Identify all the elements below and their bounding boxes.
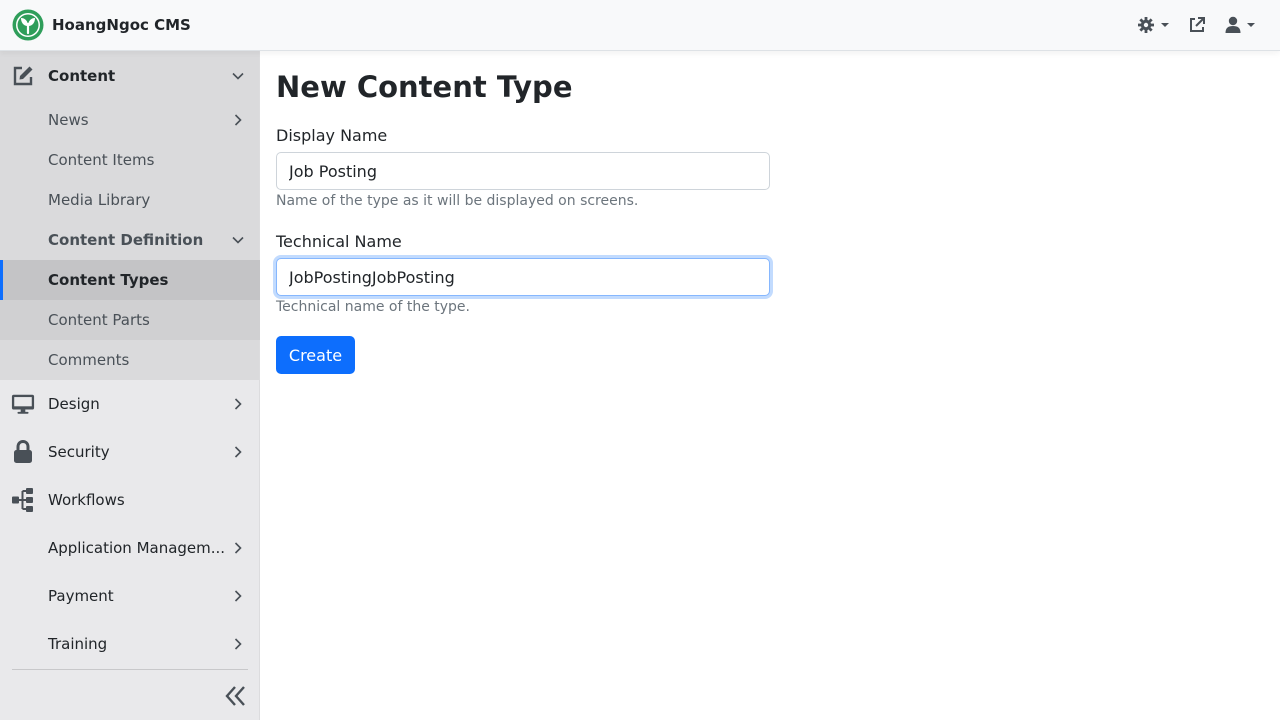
sidebar-item-content[interactable]: Content	[0, 56, 260, 96]
lock-icon	[11, 440, 35, 464]
chevron-down-icon	[1161, 23, 1169, 27]
create-button[interactable]: Create	[276, 336, 355, 374]
sidebar-item-label: Payment	[48, 587, 114, 605]
chevron-down-icon	[232, 72, 244, 80]
sitemap-icon	[11, 488, 35, 512]
sidebar-item-label: Content Types	[48, 271, 169, 289]
sidebar-item-label: Security	[48, 443, 110, 461]
display-name-hint: Name of the type as it will be displayed…	[276, 193, 639, 209]
sidebar-item-workflows[interactable]: Workflows	[0, 480, 260, 520]
sidebar-item-training[interactable]: Training	[0, 624, 260, 664]
sidebar-item-label: Comments	[48, 351, 130, 369]
sidebar-item-label: Training	[48, 635, 108, 653]
chevron-right-icon	[234, 542, 242, 554]
chevron-right-icon	[234, 590, 242, 602]
sidebar-item-label: News	[48, 111, 89, 129]
sidebar-item-label: Workflows	[48, 491, 125, 509]
double-chevron-left-icon	[225, 686, 245, 706]
chevron-right-icon	[234, 446, 242, 458]
user-icon	[1225, 16, 1241, 33]
sidebar-item-label: Content	[48, 67, 116, 85]
sidebar-item-application-management[interactable]: Application Managem...	[0, 528, 260, 568]
sidebar-item-label: Content Definition	[48, 231, 204, 249]
edit-icon	[11, 64, 35, 88]
sidebar-item-news[interactable]: News	[0, 100, 260, 140]
collapse-sidebar-button[interactable]	[224, 683, 248, 709]
sidebar-item-payment[interactable]: Payment	[0, 576, 260, 616]
sidebar-item-label: Content Items	[48, 151, 155, 169]
display-name-input[interactable]	[276, 152, 770, 190]
sidebar-item-security[interactable]: Security	[0, 432, 260, 472]
chevron-down-icon	[232, 236, 244, 244]
chevron-down-icon	[1247, 23, 1255, 27]
sidebar-divider	[12, 669, 248, 670]
theme-gear-icon	[1138, 17, 1154, 33]
page-title: New Content Type	[276, 70, 573, 104]
sidebar-item-label: Application Managem...	[48, 539, 226, 557]
chevron-right-icon	[234, 398, 242, 410]
technical-name-label: Technical Name	[276, 232, 402, 251]
technical-name-input[interactable]	[276, 258, 770, 296]
sidebar-item-content-definition[interactable]: Content Definition	[0, 220, 260, 260]
brand-link[interactable]: HoangNgoc CMS	[12, 9, 191, 41]
sidebar: Content News Content Items Media Library…	[0, 51, 260, 720]
visit-site-button[interactable]	[1188, 14, 1206, 36]
theme-toggle-button[interactable]	[1137, 14, 1169, 36]
chevron-right-icon	[234, 114, 242, 126]
sidebar-item-design[interactable]: Design	[0, 384, 260, 424]
sidebar-item-content-items[interactable]: Content Items	[0, 140, 260, 180]
sidebar-item-media-library[interactable]: Media Library	[0, 180, 260, 220]
sidebar-item-label: Media Library	[48, 191, 151, 209]
sidebar-item-content-types[interactable]: Content Types	[0, 260, 260, 300]
chevron-right-icon	[234, 638, 242, 650]
monitor-icon	[11, 392, 35, 416]
technical-name-hint: Technical name of the type.	[276, 299, 470, 315]
brand-logo-icon	[12, 9, 44, 41]
sidebar-item-comments[interactable]: Comments	[0, 340, 260, 380]
sidebar-item-content-parts[interactable]: Content Parts	[0, 300, 260, 340]
sidebar-item-label: Content Parts	[48, 311, 150, 329]
brand-name: HoangNgoc CMS	[52, 16, 191, 34]
active-indicator	[0, 260, 3, 300]
user-menu-button[interactable]	[1225, 14, 1255, 36]
top-navbar: HoangNgoc CMS	[0, 0, 1280, 51]
display-name-label: Display Name	[276, 126, 388, 145]
sidebar-item-label: Design	[48, 395, 100, 413]
external-link-icon	[1190, 17, 1205, 32]
